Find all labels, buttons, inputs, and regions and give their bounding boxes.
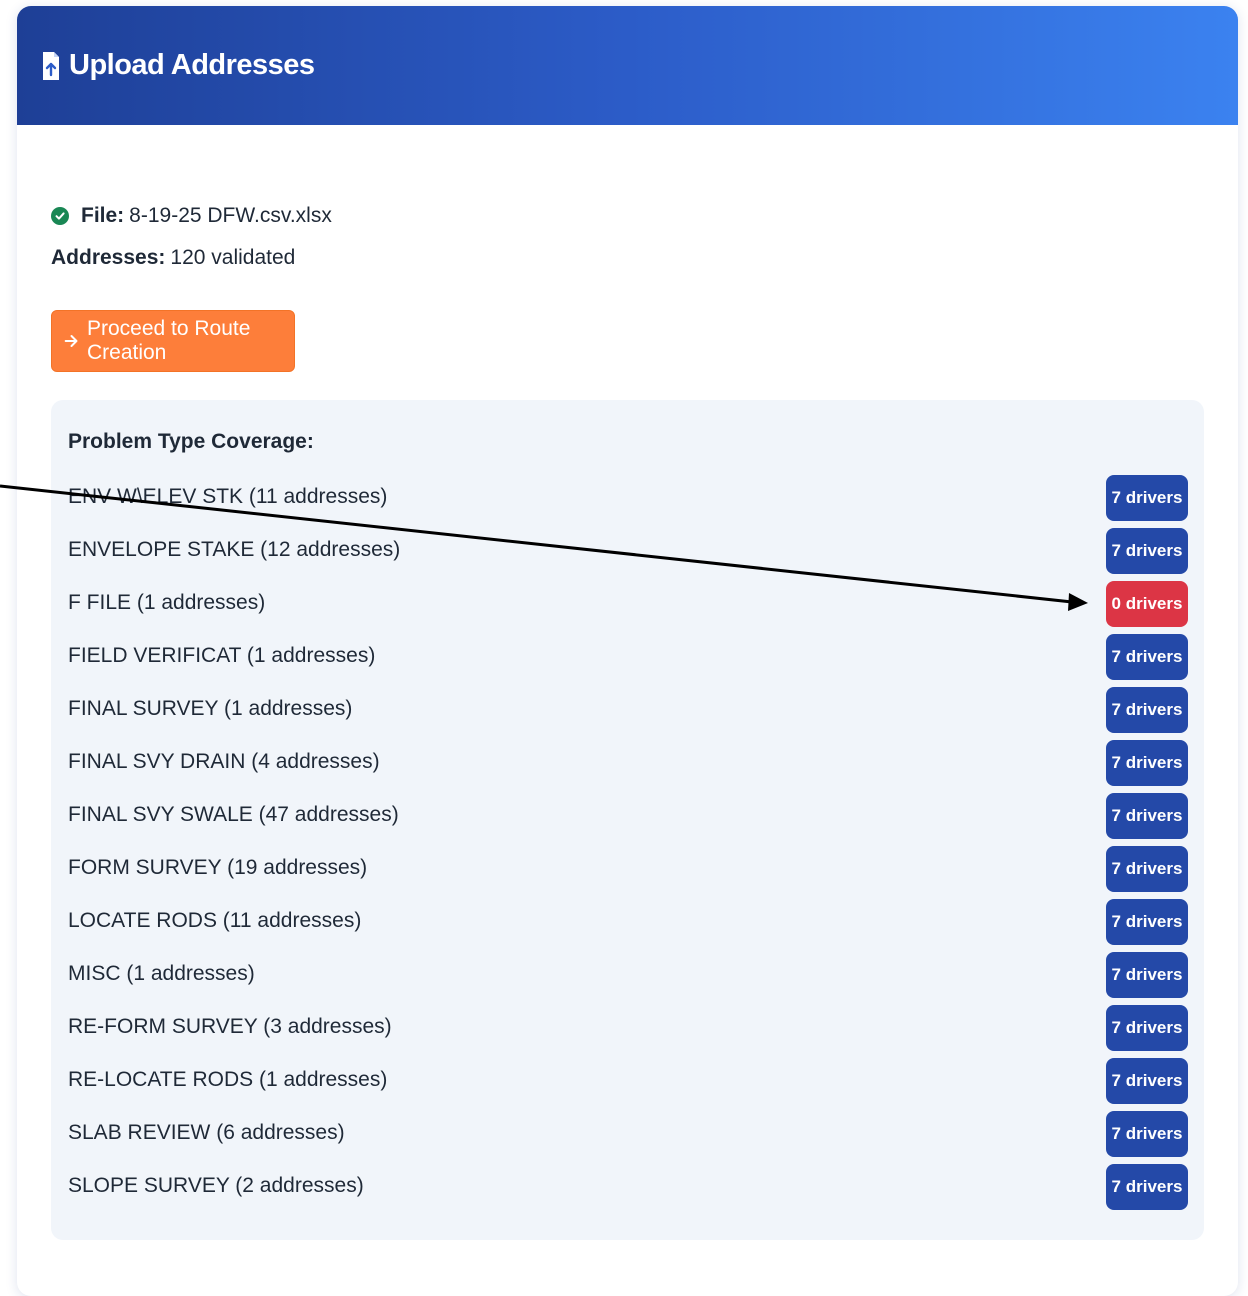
coverage-row-label: ENV W\ELEV STK (11 addresses) [68,485,388,508]
driver-count-badge-zero[interactable]: 0 drivers [1106,581,1188,627]
driver-count-badge[interactable]: 7 drivers [1106,740,1188,786]
driver-count-badge[interactable]: 7 drivers [1106,528,1188,574]
addresses-value: 120 validated [170,246,296,269]
coverage-row-label: SLAB REVIEW (6 addresses) [68,1121,345,1144]
file-upload-icon [43,51,59,80]
coverage-row-label: FINAL SURVEY (1 addresses) [68,697,353,720]
coverage-row-label: FINAL SVY DRAIN (4 addresses) [68,750,380,773]
driver-count-badge[interactable]: 7 drivers [1106,687,1188,733]
coverage-row-label: LOCATE RODS (11 addresses) [68,909,362,932]
coverage-row: FINAL SVY SWALE (47 addresses) 7 drivers [68,790,1188,843]
coverage-row: ENVELOPE STAKE (12 addresses) 7 drivers [68,525,1188,578]
check-circle-icon [51,207,69,225]
coverage-row: F FILE (1 addresses) 0 drivers [68,578,1188,631]
coverage-row-label: ENVELOPE STAKE (12 addresses) [68,538,401,561]
driver-count-badge[interactable]: 7 drivers [1106,1111,1188,1157]
coverage-list: ENV W\ELEV STK (11 addresses) 7 drivers … [68,472,1188,1214]
coverage-row-label: MISC (1 addresses) [68,962,255,985]
coverage-row: RE-LOCATE RODS (1 addresses) 7 drivers [68,1055,1188,1108]
coverage-row: LOCATE RODS (11 addresses) 7 drivers [68,896,1188,949]
arrow-right-icon [64,335,78,347]
coverage-row-label: F FILE (1 addresses) [68,591,266,614]
coverage-panel: Problem Type Coverage: ENV W\ELEV STK (1… [51,400,1204,1240]
coverage-row: SLAB REVIEW (6 addresses) 7 drivers [68,1108,1188,1161]
coverage-row-label: SLOPE SURVEY (2 addresses) [68,1174,364,1197]
coverage-row: FINAL SVY DRAIN (4 addresses) 7 drivers [68,737,1188,790]
coverage-row: SLOPE SURVEY (2 addresses) 7 drivers [68,1161,1188,1214]
proceed-button-label: Proceed to Route Creation [86,317,251,364]
coverage-row-label: RE-LOCATE RODS (1 addresses) [68,1068,388,1091]
driver-count-badge[interactable]: 7 drivers [1106,475,1188,521]
coverage-row: RE-FORM SURVEY (3 addresses) 7 drivers [68,1002,1188,1055]
coverage-row: FIELD VERIFICAT (1 addresses) 7 drivers [68,631,1188,684]
coverage-row-label: FORM SURVEY (19 addresses) [68,856,368,879]
card-header: Upload Addresses [17,6,1238,125]
file-info: File: 8-19-25 DFW.csv.xlsx [51,204,332,228]
driver-count-badge[interactable]: 7 drivers [1106,634,1188,680]
coverage-row-label: RE-FORM SURVEY (3 addresses) [68,1015,392,1038]
coverage-row: FORM SURVEY (19 addresses) 7 drivers [68,843,1188,896]
driver-count-badge[interactable]: 7 drivers [1106,1058,1188,1104]
page-title: Upload Addresses [69,49,315,81]
driver-count-badge[interactable]: 7 drivers [1106,1164,1188,1210]
driver-count-badge[interactable]: 7 drivers [1106,952,1188,998]
coverage-row: ENV W\ELEV STK (11 addresses) 7 drivers [68,472,1188,525]
driver-count-badge[interactable]: 7 drivers [1106,899,1188,945]
coverage-row-label: FIELD VERIFICAT (1 addresses) [68,644,376,667]
addresses-info: Addresses: 120 validated [51,246,295,270]
coverage-row: MISC (1 addresses) 7 drivers [68,949,1188,1002]
file-label: File: [81,204,125,227]
coverage-row: FINAL SURVEY (1 addresses) 7 drivers [68,684,1188,737]
driver-count-badge[interactable]: 7 drivers [1106,793,1188,839]
driver-count-badge[interactable]: 7 drivers [1106,846,1188,892]
addresses-label: Addresses: [51,246,166,269]
coverage-row-label: FINAL SVY SWALE (47 addresses) [68,803,399,826]
file-name: 8-19-25 DFW.csv.xlsx [129,204,332,227]
proceed-button[interactable]: Proceed to Route Creation [51,310,295,372]
upload-card: Upload Addresses File: 8-19-25 DFW.csv.x… [17,6,1238,1296]
coverage-title: Problem Type Coverage: [68,430,314,453]
driver-count-badge[interactable]: 7 drivers [1106,1005,1188,1051]
